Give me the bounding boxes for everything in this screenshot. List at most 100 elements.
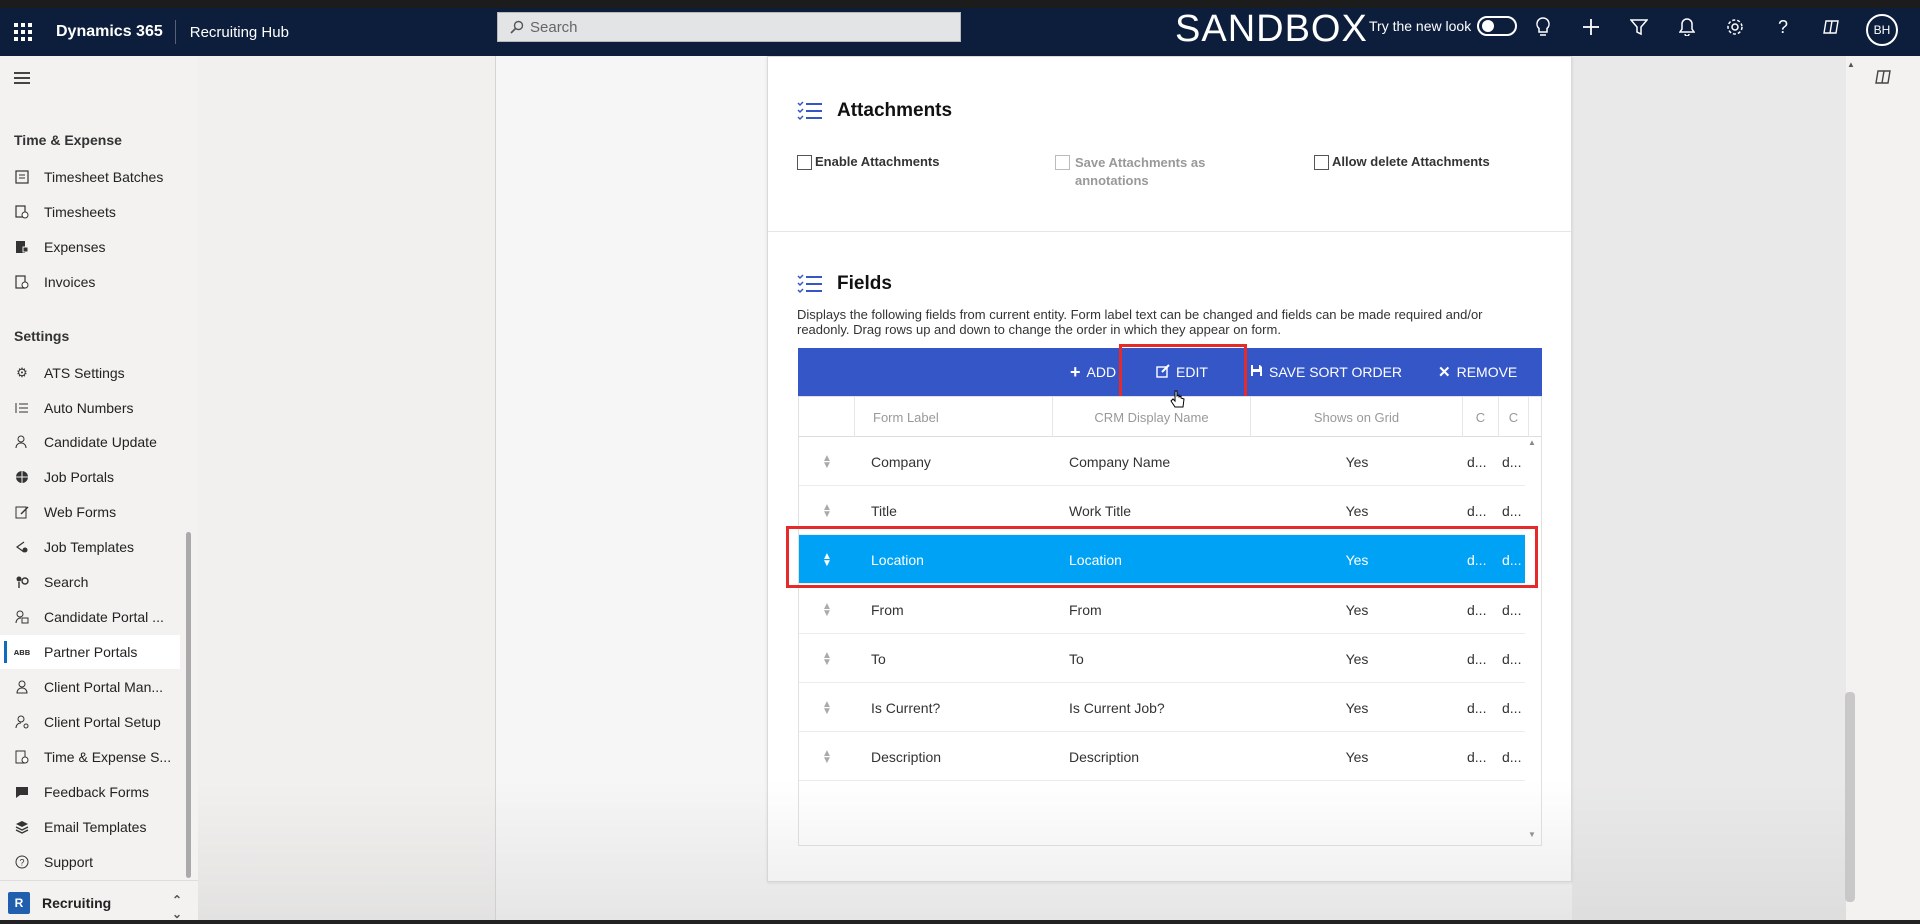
try-new-look[interactable]: Try the new look xyxy=(1369,16,1518,36)
enable-attachments-checkbox[interactable]: Enable Attachments xyxy=(797,154,940,170)
page-scroll-up-icon[interactable]: ▲ xyxy=(1847,60,1855,69)
sidebar-item-support[interactable]: ? Support xyxy=(0,845,180,879)
table-row[interactable]: ▲ ▼ From From Yes d... d... xyxy=(799,585,1525,634)
time-settings-icon xyxy=(14,749,30,765)
help-icon[interactable]: ? xyxy=(1770,14,1796,40)
grid-scroll-up-icon[interactable]: ▲ xyxy=(1528,438,1536,447)
sidebar-scrollbar[interactable] xyxy=(186,532,191,878)
column-header-form-label[interactable]: Form Label xyxy=(855,397,1053,437)
sidebar-item-timesheet-batches[interactable]: Timesheet Batches xyxy=(0,160,180,194)
sidebar-item-search[interactable]: Search xyxy=(0,565,180,599)
shows-on-grid-cell: Yes xyxy=(1345,699,1369,716)
save-as-annotations-checkbox[interactable]: Save Attachments as annotations xyxy=(1055,154,1205,190)
drag-handle-icon[interactable]: ▲ ▼ xyxy=(799,683,855,732)
fields-description: Displays the following fields from curre… xyxy=(797,307,1483,337)
plus-icon[interactable] xyxy=(1578,14,1604,40)
checkbox-box[interactable] xyxy=(797,155,812,170)
sidebar-item-email-templates[interactable]: Email Templates xyxy=(0,810,180,844)
c2-cell: d... xyxy=(1502,601,1522,618)
add-button[interactable]: + ADD xyxy=(1070,348,1116,396)
column-header-c2[interactable]: C xyxy=(1499,397,1529,437)
crm-display-name-cell: From xyxy=(1069,601,1102,618)
table-row[interactable]: ▲ ▼ To To Yes d... d... xyxy=(799,634,1525,683)
sidebar-item-candidate-update[interactable]: Candidate Update xyxy=(0,425,180,459)
checkbox-box[interactable] xyxy=(1314,155,1329,170)
sidebar-item-job-portals[interactable]: Job Portals xyxy=(0,460,180,494)
lightbulb-icon[interactable] xyxy=(1530,14,1556,40)
sidebar-item-label: Client Portal Setup xyxy=(44,714,161,730)
c2-cell: d... xyxy=(1502,453,1522,470)
hub-name[interactable]: Recruiting Hub xyxy=(176,24,486,41)
table-row[interactable]: ▲ ▼ Company Company Name Yes d... d... xyxy=(799,437,1525,486)
app-name[interactable]: Dynamics 365 xyxy=(46,20,176,44)
page-scrollbar-thumb[interactable] xyxy=(1845,692,1855,902)
bell-icon[interactable] xyxy=(1674,14,1700,40)
column-header-crm-display-name[interactable]: CRM Display Name xyxy=(1053,397,1251,437)
numbered-list-icon xyxy=(14,400,30,416)
shows-on-grid-cell: Yes xyxy=(1345,601,1369,618)
crm-display-name-cell: Is Current Job? xyxy=(1069,699,1165,716)
shows-on-grid-cell: Yes xyxy=(1345,748,1369,765)
save-label-line1: Save Attachments as xyxy=(1075,155,1206,170)
new-look-toggle[interactable] xyxy=(1477,16,1518,36)
fields-title-text: Fields xyxy=(837,273,892,294)
copilot-pane-icon[interactable] xyxy=(1874,68,1892,91)
form-label-cell: To xyxy=(871,650,886,667)
sidebar-item-ats-settings[interactable]: ⚙ ATS Settings xyxy=(0,356,180,390)
form-edit-icon xyxy=(14,504,30,520)
gear-icon[interactable] xyxy=(1722,14,1748,40)
shows-on-grid-cell: Yes xyxy=(1345,453,1369,470)
copilot-icon[interactable] xyxy=(1818,14,1844,40)
expense-icon xyxy=(14,239,30,255)
c1-cell: d... xyxy=(1467,748,1487,765)
sidebar-item-auto-numbers[interactable]: Auto Numbers xyxy=(0,391,180,425)
sidebar-item-job-templates[interactable]: Job Templates xyxy=(0,530,180,564)
column-header-c1[interactable]: C xyxy=(1463,397,1499,437)
selected-row-highlight xyxy=(786,526,1538,588)
sidebar-item-candidate-portal[interactable]: Candidate Portal ... xyxy=(0,600,180,634)
bottom-edge xyxy=(0,920,1920,924)
app-launcher-button[interactable] xyxy=(0,8,46,56)
user-avatar[interactable]: BH xyxy=(1866,14,1898,46)
filter-icon[interactable] xyxy=(1626,14,1652,40)
remove-button[interactable]: ✕ REMOVE xyxy=(1438,348,1517,396)
sidebar-item-expenses[interactable]: Expenses xyxy=(0,230,180,264)
sidebar-item-time-expense-settings[interactable]: Time & Expense S... xyxy=(0,740,180,774)
form-label-cell: Company xyxy=(871,453,931,470)
save-sort-order-button[interactable]: SAVE SORT ORDER xyxy=(1250,348,1402,396)
form-label-cell: Is Current? xyxy=(871,699,941,716)
svg-text:?: ? xyxy=(19,858,24,868)
drag-handle-icon[interactable]: ▲ ▼ xyxy=(799,437,855,486)
sidebar-item-label: Timesheet Batches xyxy=(44,169,164,185)
table-row[interactable]: ▲ ▼ Description Description Yes d... d... xyxy=(799,732,1525,781)
sidebar-item-web-forms[interactable]: Web Forms xyxy=(0,495,180,529)
c1-cell: d... xyxy=(1467,601,1487,618)
c1-cell: d... xyxy=(1467,650,1487,667)
attachments-title-text: Attachments xyxy=(837,100,953,121)
table-row[interactable]: ▲ ▼ Is Current? Is Current Job? Yes d... d... xyxy=(799,683,1525,732)
section-divider xyxy=(768,231,1571,232)
attachments-section-title: Attachments xyxy=(797,100,952,122)
global-search-input[interactable]: Search xyxy=(497,12,961,42)
drag-handle-icon[interactable]: ▲ ▼ xyxy=(799,732,855,781)
close-icon: ✕ xyxy=(1438,364,1451,381)
grid-scroll-down-icon[interactable]: ▼ xyxy=(1528,830,1536,839)
column-header-shows-on-grid[interactable]: Shows on Grid xyxy=(1251,397,1463,437)
drag-handle-icon[interactable]: ▲ ▼ xyxy=(799,634,855,683)
search-people-icon xyxy=(14,574,30,590)
checkbox-box[interactable] xyxy=(1055,155,1070,170)
c2-cell: d... xyxy=(1502,650,1522,667)
hamburger-menu-icon[interactable] xyxy=(14,72,30,87)
area-switcher[interactable]: R Recruiting ⌃ ⌄ xyxy=(0,880,198,924)
sidebar-item-partner-portals[interactable]: ᴀʙʙ Partner Portals xyxy=(0,635,180,669)
sidebar-item-timesheets[interactable]: Timesheets xyxy=(0,195,180,229)
sidebar-item-client-portal-setup[interactable]: Client Portal Setup xyxy=(0,705,180,739)
sidebar-item-feedback-forms[interactable]: Feedback Forms xyxy=(0,775,180,809)
batch-icon xyxy=(14,169,30,185)
drag-handle-icon[interactable]: ▲ ▼ xyxy=(799,585,855,634)
portal-icon xyxy=(14,609,30,625)
sidebar-item-invoices[interactable]: Invoices xyxy=(0,265,180,299)
right-panel-strip xyxy=(1846,56,1920,924)
allow-delete-attachments-checkbox[interactable]: Allow delete Attachments xyxy=(1314,154,1490,170)
sidebar-item-client-portal-management[interactable]: Client Portal Man... xyxy=(0,670,180,704)
